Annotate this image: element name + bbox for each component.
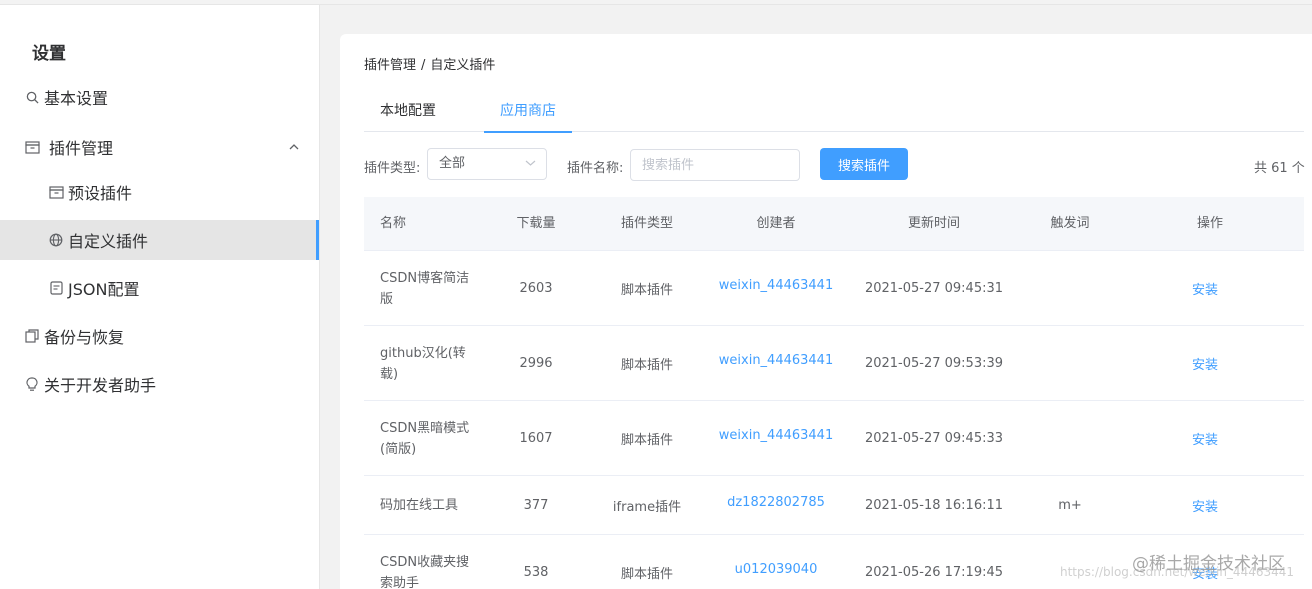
plugin-trigger	[1030, 535, 1110, 589]
plugin-name-label: 插件名称:	[567, 161, 624, 176]
plugin-type-label: 插件类型:	[364, 161, 421, 176]
sidebar-title: 设置	[32, 44, 66, 64]
plugin-type: 脚本插件	[620, 433, 673, 448]
sidebar: 设置 基本设置 插件管理 预设插件 自定义插件 JSON配置 备份与恢复 关于开…	[0, 5, 320, 589]
sidebar-item-preset-plugins[interactable]: 预设插件	[0, 172, 319, 212]
column-header-creator: 创建者	[756, 216, 796, 231]
plugin-creator-link[interactable]: weixin_44463441	[706, 248, 846, 323]
plugin-name: github汉化(转载)	[380, 345, 466, 382]
plugin-downloads: 377	[523, 498, 549, 513]
sidebar-item-json-config[interactable]: JSON配置	[0, 268, 319, 308]
plugin-trigger: m+	[1058, 498, 1082, 513]
plugin-type-select[interactable]: 全部	[427, 148, 547, 180]
column-header-updated: 更新时间	[907, 216, 960, 231]
table-row: CSDN博客简洁版 2603 脚本插件 weixin_44463441 2021…	[364, 251, 1304, 326]
breadcrumb-separator: /	[421, 58, 426, 73]
tab-local-config[interactable]: 本地配置	[364, 96, 452, 132]
plugin-type: 脚本插件	[620, 567, 673, 582]
sidebar-item-about-developer[interactable]: 关于开发者助手	[0, 364, 319, 404]
table-row: CSDN黑暗模式(简版) 1607 脚本插件 weixin_44463441 2…	[364, 401, 1304, 476]
sidebar-item-label: 自定义插件	[68, 232, 149, 251]
plugin-name-search-input[interactable]	[630, 149, 800, 181]
sidebar-item-backup-restore[interactable]: 备份与恢复	[0, 316, 319, 356]
plugin-name: CSDN博客简洁版	[380, 270, 470, 307]
sidebar-item-custom-plugins[interactable]: 自定义插件	[0, 220, 319, 260]
chevron-up-icon	[289, 139, 299, 153]
install-button[interactable]: 安装	[1165, 476, 1245, 535]
install-button[interactable]: 安装	[1165, 251, 1245, 326]
breadcrumb-current: 自定义插件	[430, 58, 496, 73]
sidebar-item-plugin-management[interactable]: 插件管理	[0, 127, 319, 167]
plugin-creator-link[interactable]: weixin_44463441	[706, 323, 846, 398]
plugin-updated: 2021-05-27 09:45:31	[864, 281, 1004, 296]
bulb-icon	[24, 376, 40, 392]
tab-bar: 本地配置 应用商店	[364, 96, 1304, 133]
sidebar-item-label: 预设插件	[68, 184, 133, 203]
plugin-downloads: 2603	[519, 281, 553, 296]
plugin-name: CSDN黑暗模式(简版)	[380, 420, 470, 457]
watermark: @稀土掘金技术社区	[1132, 554, 1285, 574]
document-icon	[48, 280, 64, 296]
plugin-trigger	[1030, 251, 1110, 326]
plugin-updated: 2021-05-18 16:16:11	[864, 498, 1004, 513]
search-icon	[24, 89, 40, 105]
plugin-trigger	[1030, 401, 1110, 476]
plugin-type-value: 全部	[439, 156, 466, 171]
plugin-creator-link[interactable]: weixin_44463441	[706, 398, 846, 473]
plugin-downloads: 1607	[519, 431, 553, 446]
plugin-trigger	[1030, 326, 1110, 401]
breadcrumb: 插件管理 / 自定义插件	[364, 54, 495, 73]
plugin-name: CSDN收藏夹搜索助手	[380, 554, 470, 589]
sidebar-item-label: 关于开发者助手	[44, 376, 157, 395]
box-icon	[48, 184, 64, 200]
plugin-updated: 2021-05-27 09:53:39	[864, 356, 1004, 371]
backup-icon	[24, 328, 40, 344]
column-header-trigger: 触发词	[1050, 216, 1090, 231]
sidebar-item-label: JSON配置	[68, 280, 140, 299]
plugin-creator-link[interactable]: dz1822802785	[706, 473, 846, 532]
column-header-action: 操作	[1196, 216, 1223, 231]
table-header: 名称 下载量 插件类型 创建者 更新时间 触发词 操作	[364, 197, 1304, 251]
globe-icon	[48, 232, 64, 248]
table-row: 码加在线工具 377 iframe插件 dz1822802785 2021-05…	[364, 476, 1304, 535]
table-row: github汉化(转载) 2996 脚本插件 weixin_44463441 2…	[364, 326, 1304, 401]
column-header-name: 名称	[380, 216, 407, 231]
chevron-down-icon	[525, 149, 536, 179]
plugin-type: 脚本插件	[620, 283, 673, 298]
column-header-type: 插件类型	[620, 216, 673, 231]
sidebar-item-label: 插件管理	[49, 139, 114, 158]
sidebar-item-label: 基本设置	[44, 89, 109, 108]
plugin-updated: 2021-05-26 17:19:45	[864, 565, 1004, 580]
box-icon	[24, 139, 40, 155]
total-count: 共 61 个	[1254, 161, 1305, 176]
column-header-downloads: 下载量	[516, 216, 556, 231]
install-button[interactable]: 安装	[1165, 401, 1245, 476]
plugin-name: 码加在线工具	[380, 498, 459, 513]
plugin-creator-link[interactable]: u012039040	[706, 532, 846, 589]
sidebar-item-label: 备份与恢复	[44, 328, 125, 347]
tab-app-store[interactable]: 应用商店	[484, 96, 572, 133]
plugin-updated: 2021-05-27 09:45:33	[864, 431, 1004, 446]
plugin-downloads: 2996	[519, 356, 553, 371]
install-button[interactable]: 安装	[1165, 326, 1245, 401]
plugin-type: 脚本插件	[620, 358, 673, 373]
search-plugins-button[interactable]: 搜索插件	[820, 148, 908, 180]
plugin-type: iframe插件	[612, 500, 682, 515]
plugin-downloads: 538	[523, 565, 549, 580]
breadcrumb-parent[interactable]: 插件管理	[364, 58, 416, 73]
sidebar-item-basic-settings[interactable]: 基本设置	[0, 77, 319, 117]
